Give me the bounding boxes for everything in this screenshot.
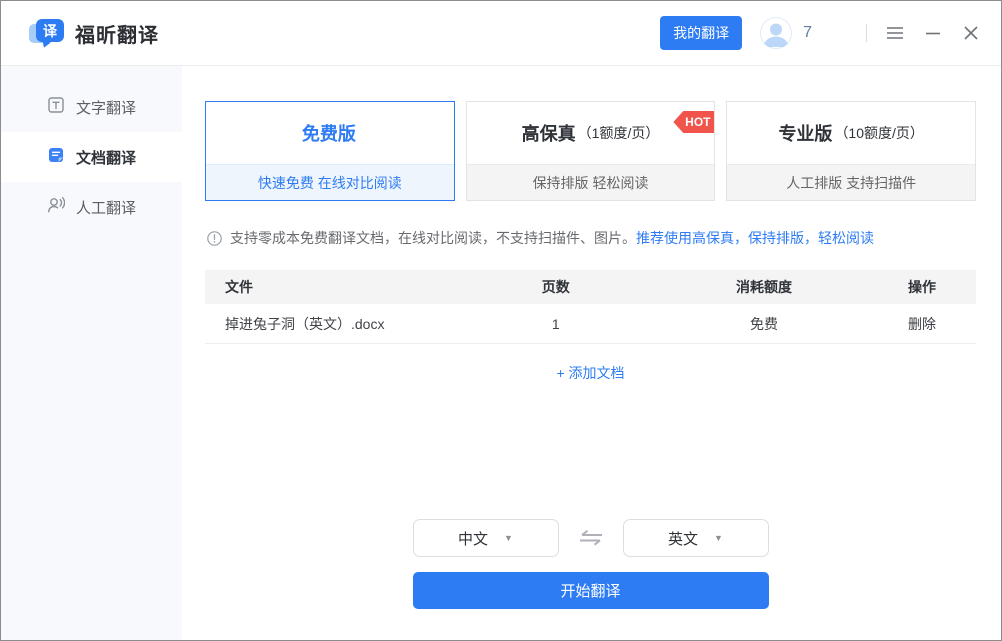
add-document-button[interactable]: + 添加文档	[205, 363, 976, 383]
sidebar-item-label: 人工翻译	[76, 197, 136, 218]
plan-title: 专业版	[778, 120, 832, 146]
plan-card-high-fidelity[interactable]: HOT 高保真 （1额度/页） 保持排版 轻松阅读	[466, 101, 716, 201]
file-name: 掉进兔子洞（英文）.docx	[205, 314, 452, 334]
my-translations-button[interactable]: 我的翻译	[660, 16, 742, 50]
swap-languages-icon[interactable]	[577, 528, 605, 548]
language-bar: 中文 ▼ 英文 ▼	[413, 519, 769, 557]
table-header: 文件 页数 消耗额度 操作	[205, 270, 976, 304]
plan-card-free[interactable]: 免费版 快速免费 在线对比阅读	[205, 101, 455, 201]
logo-glyph: 译	[36, 19, 64, 42]
column-header-pages: 页数	[452, 277, 660, 297]
column-header-file: 文件	[205, 277, 452, 297]
target-language-select[interactable]: 英文 ▼	[623, 519, 769, 557]
close-icon[interactable]	[961, 23, 981, 43]
notice-bar: 支持零成本免费翻译文档，在线对比阅读，不支持扫描件、图片。推荐使用高保真，保持排…	[205, 228, 976, 248]
titlebar-divider	[866, 24, 867, 42]
doc-translate-panel: 免费版 快速免费 在线对比阅读 HOT 高保真 （1额度/页） 保持排版 轻松阅…	[182, 66, 1001, 640]
plan-title: 高保真	[522, 120, 576, 146]
file-cost: 免费	[660, 314, 868, 334]
text-translate-icon	[47, 96, 65, 118]
chevron-down-icon: ▼	[714, 533, 723, 543]
sidebar-item-label: 文档翻译	[76, 147, 136, 168]
column-header-cost: 消耗额度	[660, 277, 868, 297]
target-language-value: 英文	[668, 528, 698, 549]
brand: 译 福昕翻译	[29, 17, 159, 49]
avatar[interactable]	[760, 17, 792, 49]
source-language-select[interactable]: 中文 ▼	[413, 519, 559, 557]
doc-translate-icon	[47, 146, 65, 168]
human-translate-icon	[47, 196, 65, 218]
sidebar-item-human-translate[interactable]: 人工翻译	[1, 182, 182, 232]
start-translate-button[interactable]: 开始翻译	[413, 572, 769, 609]
plan-cards: 免费版 快速免费 在线对比阅读 HOT 高保真 （1额度/页） 保持排版 轻松阅…	[205, 101, 976, 201]
table-row: 掉进兔子洞（英文）.docx 1 免费 删除	[205, 304, 976, 344]
chevron-down-icon: ▼	[504, 533, 513, 543]
credits-count: 7	[803, 24, 812, 42]
plan-suffix: （10额度/页）	[834, 123, 923, 143]
sidebar: 文字翻译 文档翻译 人工翻译	[1, 66, 182, 640]
sidebar-item-text-translate[interactable]: 文字翻译	[1, 82, 182, 132]
app-title: 福昕翻译	[75, 19, 159, 48]
sidebar-item-doc-translate[interactable]: 文档翻译	[1, 132, 182, 182]
source-language-value: 中文	[458, 528, 488, 549]
plan-desc: 快速免费 在线对比阅读	[206, 164, 454, 200]
title-bar: 译 福昕翻译 我的翻译 7	[1, 1, 1001, 66]
file-pages: 1	[452, 316, 660, 332]
file-table: 文件 页数 消耗额度 操作 掉进兔子洞（英文）.docx 1 免费 删除	[205, 270, 976, 344]
info-icon	[207, 231, 222, 246]
column-header-action: 操作	[868, 277, 976, 297]
plan-desc: 保持排版 轻松阅读	[467, 164, 715, 200]
menu-icon[interactable]	[885, 23, 905, 43]
notice-link[interactable]: 推荐使用高保真，保持排版，轻松阅读	[636, 230, 874, 246]
app-logo-icon: 译	[29, 17, 65, 49]
notice-text: 支持零成本免费翻译文档，在线对比阅读，不支持扫描件、图片。	[230, 230, 636, 246]
plan-card-professional[interactable]: 专业版 （10额度/页） 人工排版 支持扫描件	[726, 101, 976, 201]
plan-suffix: （1额度/页）	[578, 123, 660, 143]
plan-desc: 人工排版 支持扫描件	[727, 164, 975, 200]
app-window: 译 福昕翻译 我的翻译 7	[0, 0, 1002, 641]
plan-title: 免费版	[302, 120, 356, 146]
sidebar-item-label: 文字翻译	[76, 97, 136, 118]
minimize-icon[interactable]	[923, 23, 943, 43]
delete-file-button[interactable]: 删除	[908, 316, 936, 332]
